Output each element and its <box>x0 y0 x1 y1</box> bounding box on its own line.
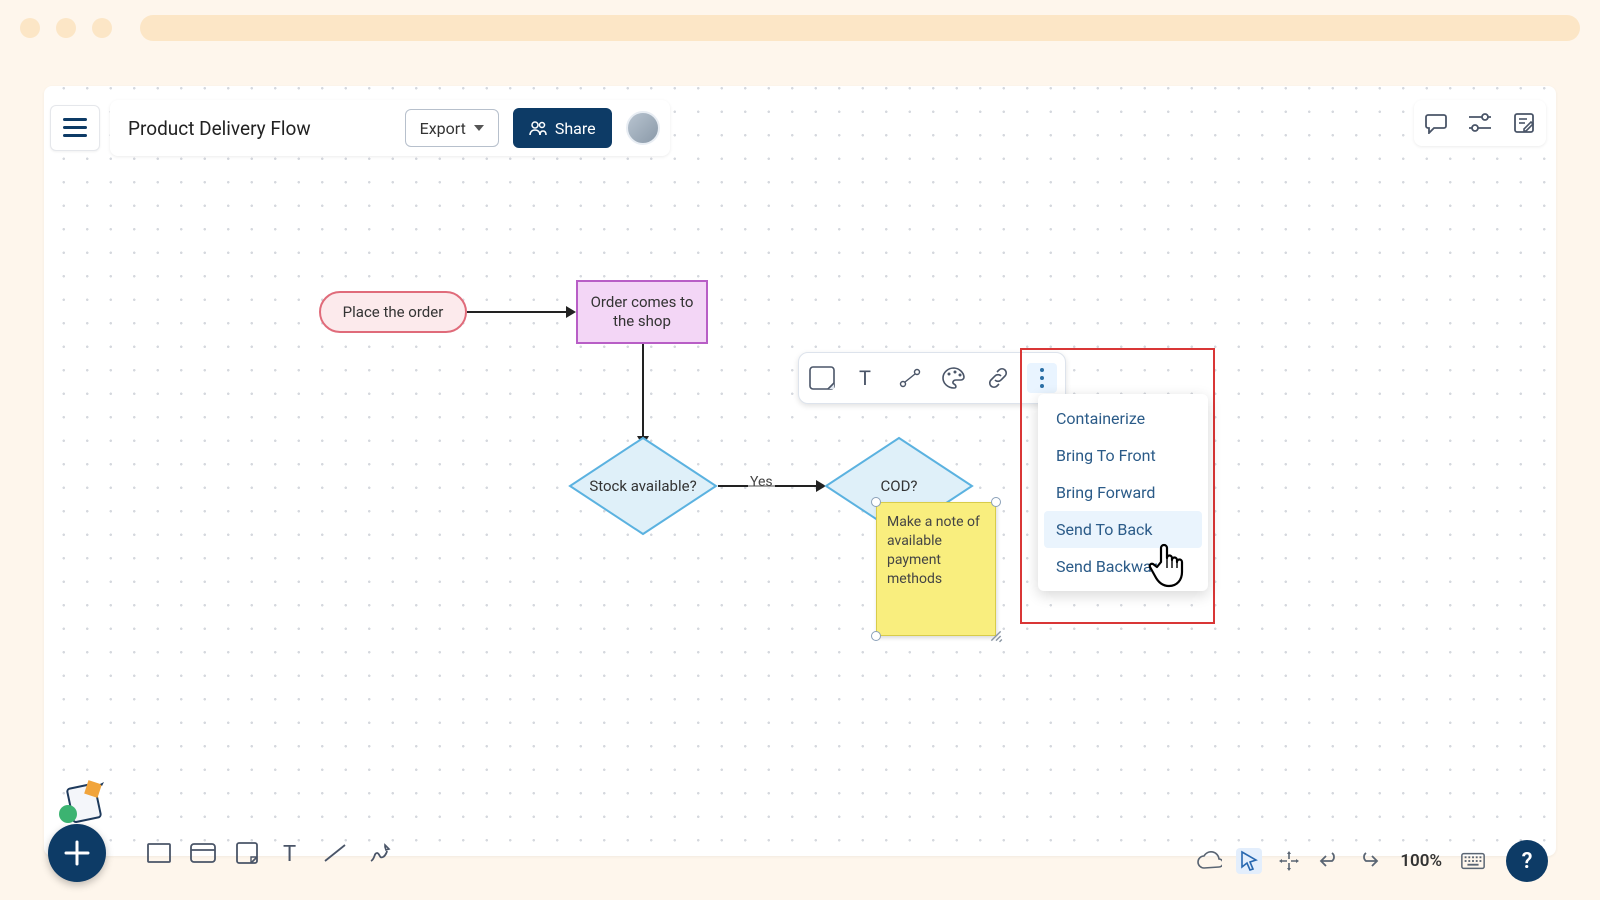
link-icon[interactable] <box>983 363 1013 393</box>
sticky-shape-icon[interactable] <box>232 838 262 868</box>
connector[interactable] <box>642 344 644 438</box>
window-dot <box>92 18 112 38</box>
line-tool-icon[interactable] <box>320 838 350 868</box>
export-label: Export <box>420 119 466 138</box>
diagram-canvas[interactable] <box>44 86 1556 856</box>
window-dot <box>20 18 40 38</box>
canvas-container: Product Delivery Flow Export Share <box>44 86 1556 856</box>
arrow-head-icon <box>566 306 576 318</box>
edge-label-yes[interactable]: Yes <box>748 474 775 490</box>
help-button[interactable]: ? <box>1506 840 1548 882</box>
redo-icon[interactable] <box>1356 848 1382 874</box>
shapes-decoration-icon <box>56 780 108 826</box>
frame-shape-icon[interactable] <box>188 838 218 868</box>
text-tool-icon[interactable]: T <box>276 838 306 868</box>
user-avatar[interactable] <box>626 111 660 145</box>
connector[interactable] <box>467 311 567 313</box>
selection-handle[interactable] <box>871 497 881 507</box>
right-tool-tray <box>1414 100 1546 146</box>
connect-icon[interactable] <box>895 363 925 393</box>
settings-sliders-icon[interactable] <box>1466 109 1494 137</box>
freehand-tool-icon[interactable] <box>364 838 394 868</box>
resize-grip-icon[interactable] <box>989 629 1003 643</box>
rectangle-shape-icon[interactable] <box>144 838 174 868</box>
ctx-item-bring-forward[interactable]: Bring Forward <box>1038 474 1208 511</box>
start-node-label: Place the order <box>343 303 444 321</box>
status-bar: 100% ? <box>1196 840 1548 882</box>
keyboard-icon[interactable] <box>1460 848 1486 874</box>
selection-handle[interactable] <box>871 631 881 641</box>
add-button[interactable] <box>48 824 106 882</box>
decision-label: Stock available? <box>568 436 718 536</box>
shape-dock: T <box>48 824 394 882</box>
note-style-icon[interactable] <box>807 363 837 393</box>
chevron-down-icon <box>474 125 484 131</box>
share-button[interactable]: Share <box>513 108 612 148</box>
people-icon <box>529 120 547 136</box>
title-bar: Product Delivery Flow Export Share <box>110 100 670 156</box>
text-icon[interactable]: T <box>851 363 881 393</box>
hamburger-menu-button[interactable] <box>50 105 100 151</box>
color-palette-icon[interactable] <box>939 363 969 393</box>
undo-icon[interactable] <box>1316 848 1342 874</box>
edit-note-icon[interactable] <box>1510 109 1538 137</box>
browser-chrome <box>0 0 1600 56</box>
window-dot <box>56 18 76 38</box>
sticky-note-text: Make a note of available payment methods <box>887 514 980 587</box>
share-label: Share <box>555 119 596 138</box>
pan-tool-icon[interactable] <box>1276 848 1302 874</box>
ctx-item-containerize[interactable]: Containerize <box>1038 400 1208 437</box>
hamburger-icon <box>63 118 87 138</box>
comments-icon[interactable] <box>1422 109 1450 137</box>
selection-handle[interactable] <box>991 497 1001 507</box>
cloud-sync-icon[interactable] <box>1196 848 1222 874</box>
pointer-tool-icon[interactable] <box>1236 848 1262 874</box>
svg-text:T: T <box>859 367 871 389</box>
ctx-item-bring-to-front[interactable]: Bring To Front <box>1038 437 1208 474</box>
svg-text:T: T <box>283 842 296 865</box>
document-title[interactable]: Product Delivery Flow <box>128 117 391 140</box>
export-button[interactable]: Export <box>405 109 499 147</box>
process-node-label: Order comes to the shop <box>584 293 700 331</box>
sticky-note[interactable]: Make a note of available payment methods <box>876 502 996 636</box>
zoom-level[interactable]: 100% <box>1396 851 1446 871</box>
address-bar-placeholder <box>140 15 1580 41</box>
cursor-hand-icon <box>1147 540 1187 588</box>
process-node[interactable]: Order comes to the shop <box>576 280 708 344</box>
start-node[interactable]: Place the order <box>319 291 467 333</box>
